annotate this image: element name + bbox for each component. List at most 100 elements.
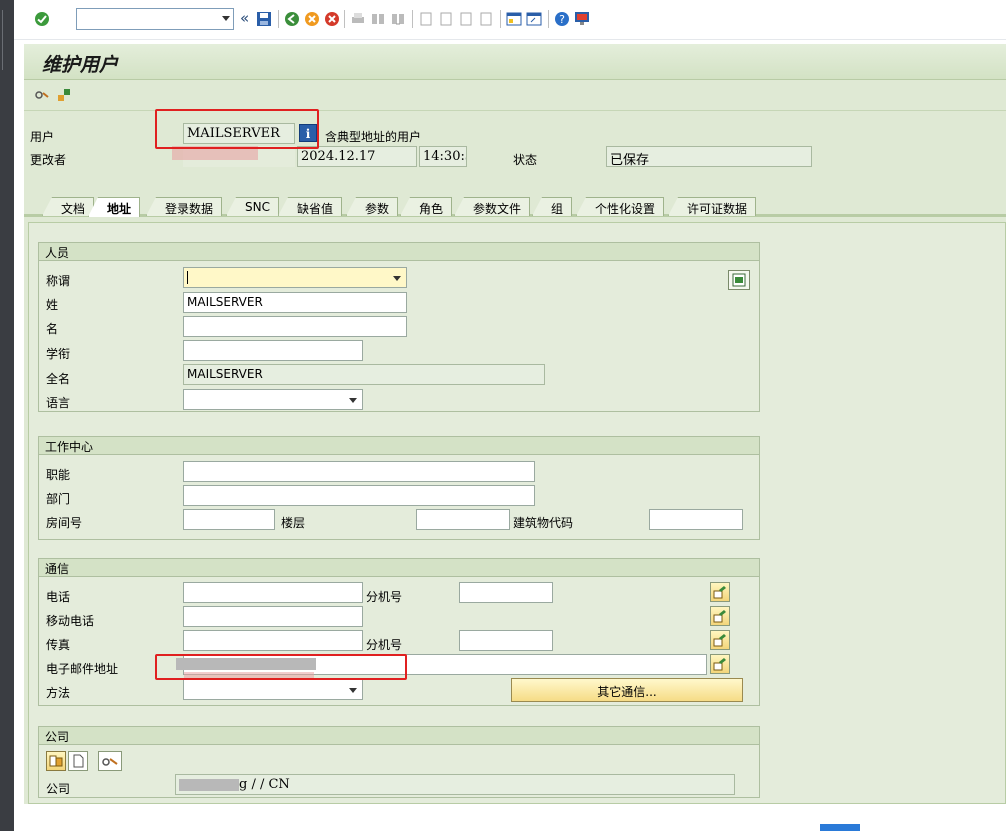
- multiple-entries-icon: [713, 658, 726, 671]
- other-communication-button[interactable]: 其它通信...: [511, 678, 743, 702]
- display-change-icon[interactable]: [34, 87, 50, 103]
- company-select-icon[interactable]: [46, 751, 66, 771]
- title-dropdown[interactable]: [183, 267, 407, 288]
- chevron-down-icon[interactable]: [349, 688, 357, 693]
- cancel-icon[interactable]: [324, 11, 340, 27]
- company-value: g / / CN: [239, 777, 290, 792]
- academic-title-label: 学衔: [46, 347, 71, 361]
- double-left-arrow-icon[interactable]: «: [240, 9, 256, 27]
- mobile-more-button[interactable]: [710, 606, 730, 626]
- standard-toolbar: « ?: [14, 0, 1006, 40]
- phone-input[interactable]: [183, 582, 363, 603]
- chevron-down-icon[interactable]: [349, 398, 357, 403]
- email-label: 电子邮件地址: [46, 662, 119, 676]
- floor-label: 楼层: [281, 516, 306, 530]
- first-name-label: 名: [46, 322, 59, 336]
- company-field: g / / CN: [175, 774, 735, 795]
- tab-personalization[interactable]: 个性化设置: [576, 197, 665, 216]
- changed-time-field: 14:30:33: [419, 146, 467, 167]
- fax-extension-input[interactable]: [459, 630, 553, 651]
- phone-more-button[interactable]: [710, 582, 730, 602]
- last-page-icon[interactable]: [478, 11, 494, 27]
- room-input[interactable]: [183, 509, 275, 530]
- communication-group-header: 通信: [39, 559, 759, 577]
- fax-label: 传真: [46, 638, 71, 652]
- text-cursor: [187, 271, 188, 284]
- save-icon[interactable]: [256, 11, 272, 27]
- first-name-input[interactable]: [183, 316, 407, 337]
- email-more-button[interactable]: [710, 654, 730, 674]
- taskbar-fragment: [820, 824, 860, 831]
- help-icon[interactable]: ?: [554, 11, 570, 27]
- left-window-edge: [0, 0, 14, 831]
- phone-label: 电话: [46, 590, 71, 604]
- toolbar-separator: [278, 10, 279, 28]
- building-input[interactable]: [649, 509, 743, 530]
- phone-extension-input[interactable]: [459, 582, 553, 603]
- company-label: 公司: [46, 782, 71, 796]
- phone-extension-label: 分机号: [366, 590, 403, 604]
- department-input[interactable]: [183, 485, 535, 506]
- customize-layout-icon[interactable]: [574, 11, 590, 27]
- find-icon[interactable]: [370, 11, 386, 27]
- new-session-icon[interactable]: [506, 11, 522, 27]
- application-toolbar: [24, 81, 1006, 111]
- tab-defaults[interactable]: 缺省值: [278, 197, 343, 216]
- fax-extension-label: 分机号: [366, 638, 403, 652]
- left-edge-grip: [2, 10, 12, 70]
- language-label: 语言: [46, 396, 71, 410]
- department-label: 部门: [46, 492, 71, 506]
- user-label: 用户: [30, 130, 55, 144]
- person-group-header: 人员: [39, 243, 759, 261]
- building-label: 建筑物代码: [513, 516, 574, 530]
- changed-by-label: 更改者: [30, 153, 67, 167]
- chevron-down-icon[interactable]: [222, 16, 230, 21]
- language-dropdown[interactable]: [183, 389, 363, 410]
- toolbar-separator: [344, 10, 345, 28]
- function-input[interactable]: [183, 461, 535, 482]
- fax-input[interactable]: [183, 630, 363, 651]
- last-name-input[interactable]: MAILSERVER: [183, 292, 407, 313]
- tab-license-data[interactable]: 许可证数据: [668, 197, 757, 216]
- svg-text:?: ?: [559, 13, 565, 26]
- company-new-icon[interactable]: [68, 751, 88, 771]
- print-icon[interactable]: [350, 11, 366, 27]
- other-object-icon[interactable]: [56, 87, 72, 103]
- shortcut-icon[interactable]: [526, 11, 542, 27]
- enter-check-icon[interactable]: [34, 11, 50, 27]
- toolbar-separator: [500, 10, 501, 28]
- highlight-user: [155, 109, 319, 149]
- academic-title-input[interactable]: [183, 340, 363, 361]
- toolbar-separator: [548, 10, 549, 28]
- room-label: 房间号: [46, 516, 83, 530]
- expand-address-icon[interactable]: [728, 270, 750, 290]
- previous-page-icon[interactable]: [438, 11, 454, 27]
- command-field[interactable]: [76, 8, 234, 30]
- multiple-entries-icon: [713, 634, 726, 647]
- page-title: 维护用户: [42, 54, 119, 76]
- full-name-label: 全名: [46, 372, 71, 386]
- fax-more-button[interactable]: [710, 630, 730, 650]
- tab-profiles[interactable]: 参数文件: [454, 197, 531, 216]
- method-label: 方法: [46, 686, 71, 700]
- back-icon[interactable]: [284, 11, 300, 27]
- method-dropdown[interactable]: [183, 679, 363, 700]
- exit-icon[interactable]: [304, 11, 320, 27]
- company-group-header: 公司: [39, 727, 759, 745]
- mobile-input[interactable]: [183, 606, 363, 627]
- last-name-label: 姓: [46, 298, 59, 312]
- company-change-icon[interactable]: [98, 751, 122, 771]
- highlight-email: [155, 654, 407, 680]
- tab-logon-data[interactable]: 登录数据: [146, 197, 223, 216]
- floor-input[interactable]: [416, 509, 510, 530]
- find-next-icon[interactable]: [390, 11, 406, 27]
- title-bar: [24, 44, 1006, 80]
- next-page-icon[interactable]: [458, 11, 474, 27]
- status-label: 状态: [513, 153, 538, 167]
- toolbar-separator: [412, 10, 413, 28]
- first-page-icon[interactable]: [418, 11, 434, 27]
- changed-date-field: 2024.12.17: [297, 146, 417, 167]
- multiple-entries-icon: [713, 586, 726, 599]
- function-label: 职能: [46, 468, 71, 482]
- chevron-down-icon[interactable]: [393, 276, 401, 281]
